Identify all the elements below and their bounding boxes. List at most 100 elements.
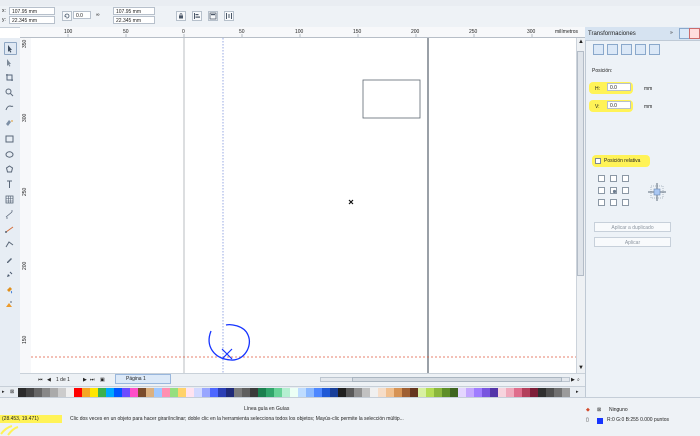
x-label: x:: [2, 8, 6, 14]
last-page-icon[interactable]: ⏭: [90, 376, 95, 384]
y-label: y:: [2, 17, 6, 23]
add-page-icon[interactable]: ▣: [100, 376, 105, 384]
anchor-middle-left[interactable]: [598, 187, 605, 194]
h-label: H:: [595, 86, 600, 92]
ruler-tick-label: 50: [123, 29, 129, 35]
ruler-tick-label: 300: [22, 113, 28, 122]
interactive-fill-tool-icon[interactable]: [4, 299, 15, 310]
anchor-bottom-right[interactable]: [622, 199, 629, 206]
docker-close-icon[interactable]: [689, 28, 700, 39]
ruler-tick-label: 200: [22, 261, 28, 270]
relative-position-checkbox[interactable]: [595, 158, 601, 164]
scroll-up-icon[interactable]: ▲: [578, 38, 584, 46]
apply-button[interactable]: Aplicar: [594, 237, 671, 247]
apply-to-duplicate-button[interactable]: Aplicar a duplicado: [594, 222, 671, 232]
palette-scroll-left-icon[interactable]: ▸: [2, 388, 5, 396]
link-icon: ∞: [96, 12, 100, 18]
ellipse-tool-icon[interactable]: [4, 149, 15, 160]
crop-tool-icon[interactable]: [4, 72, 15, 83]
rectangle-tool-icon[interactable]: [4, 134, 15, 145]
toolbox: [0, 38, 21, 390]
palette-scroll-right-icon[interactable]: ▸: [576, 388, 579, 396]
outline-pen-tool-icon[interactable]: [4, 269, 15, 280]
vertical-scroll-thumb[interactable]: [577, 51, 584, 276]
no-color-icon[interactable]: ⊠: [10, 388, 14, 396]
connector-tool-icon[interactable]: [4, 224, 15, 235]
pick-tool-icon[interactable]: [4, 42, 17, 55]
drawing-canvas[interactable]: [31, 38, 576, 373]
skew-mode-icon[interactable]: [649, 44, 660, 55]
size-mode-icon[interactable]: [635, 44, 646, 55]
previous-page-icon[interactable]: ◀: [47, 376, 51, 384]
anchor-top-right[interactable]: [622, 175, 629, 182]
page-tab-label: Página 1: [126, 376, 146, 382]
scroll-down-icon[interactable]: ▼: [578, 364, 584, 372]
fill-status-label: Ninguno: [609, 407, 628, 413]
docker-collapse-icon[interactable]: »: [670, 29, 673, 37]
position-label: Posición:: [592, 68, 613, 74]
position-preview-icon: [646, 181, 668, 203]
guide-status-label: Línea guía en Guías: [244, 406, 290, 412]
ruler-tick-label: 100: [64, 29, 73, 35]
freehand-tool-icon[interactable]: [4, 102, 15, 113]
ruler-tick-label: 150: [22, 335, 28, 344]
zoom-tool-icon[interactable]: [4, 87, 15, 98]
v-label: V:: [595, 104, 600, 110]
shape-tool-icon[interactable]: [4, 57, 15, 68]
anchor-bottom-left[interactable]: [598, 199, 605, 206]
h-input[interactable]: 0.0: [607, 83, 631, 91]
fill-tool-icon[interactable]: [4, 284, 15, 295]
smart-fill-tool-icon[interactable]: [4, 117, 15, 128]
status-hint: Clic dos veces en un objeto para hacer g…: [70, 416, 404, 422]
ruler-tick-label: 250: [22, 187, 28, 196]
ruler-tick-label: 350: [22, 39, 28, 48]
scale-mode-icon[interactable]: [621, 44, 632, 55]
docker-title: Transformaciones: [588, 31, 636, 37]
page-tab[interactable]: Página 1: [115, 374, 171, 384]
eyedropper-tool-icon[interactable]: [4, 254, 15, 265]
ruler-unit-label: milímetros: [555, 29, 579, 35]
anchor-middle-right[interactable]: [622, 187, 629, 194]
outline-color-swatch: [597, 418, 603, 424]
polygon-tool-icon[interactable]: [4, 164, 15, 175]
ruler-tick-label: 0: [182, 29, 185, 35]
anchor-center[interactable]: [610, 187, 617, 194]
y-field[interactable]: 22.345 mm: [9, 16, 55, 24]
text-tool-icon[interactable]: [4, 179, 15, 190]
blend-tool-icon[interactable]: [4, 239, 15, 250]
horizontal-scroll-thumb[interactable]: [352, 377, 562, 382]
align-left-icon[interactable]: [192, 11, 202, 21]
outline-icon: ▯: [586, 417, 589, 423]
next-page-icon[interactable]: ▶: [83, 376, 87, 384]
position-mode-icon[interactable]: [593, 44, 604, 55]
zoom-icon[interactable]: ⌕: [577, 376, 580, 384]
width-field[interactable]: 107.95 mm: [113, 7, 155, 15]
first-page-icon[interactable]: ⏮: [38, 376, 43, 384]
page-layout-icon[interactable]: [208, 11, 218, 21]
outline-status-label: R:0 G:0 B:255 0.000 puntos: [607, 417, 669, 423]
distribute-icon[interactable]: [224, 11, 234, 21]
ruler-tick-label: 50: [239, 29, 245, 35]
relative-position-label: Posición relativa: [604, 158, 641, 164]
parallel-dimension-tool-icon[interactable]: [4, 209, 15, 220]
fill-icon: ◆: [586, 407, 590, 413]
ruler-tick-label: 150: [353, 29, 362, 35]
rotation-field[interactable]: 0.0: [73, 11, 91, 19]
property-bar: x: 107.95 mm y: 22.345 mm 0.0 ∞ 107.95 m…: [0, 6, 700, 28]
x-field[interactable]: 107.95 mm: [9, 7, 55, 15]
page-navigation-bar: ⏮ ◀ 1 de 1 ▶ ⏭ ▣ Página 1 ▶ ⌕: [20, 373, 585, 386]
ruler-tick-label: 200: [411, 29, 420, 35]
rotate-mode-icon[interactable]: [607, 44, 618, 55]
rotate-icon[interactable]: [62, 11, 72, 21]
lock-icon[interactable]: [176, 11, 186, 21]
height-field[interactable]: 22.345 mm: [113, 16, 155, 24]
v-input[interactable]: 0.0: [607, 101, 631, 109]
page-count: 1 de 1: [56, 377, 70, 383]
table-tool-icon[interactable]: [4, 194, 15, 205]
ruler-tick-label: 100: [295, 29, 304, 35]
status-bar: Línea guía en Guías (28.453, 19.471) Cli…: [0, 397, 700, 436]
anchor-top-center[interactable]: [610, 175, 617, 182]
anchor-bottom-center[interactable]: [610, 199, 617, 206]
anchor-top-left[interactable]: [598, 175, 605, 182]
scroll-right-icon[interactable]: ▶: [571, 376, 575, 384]
